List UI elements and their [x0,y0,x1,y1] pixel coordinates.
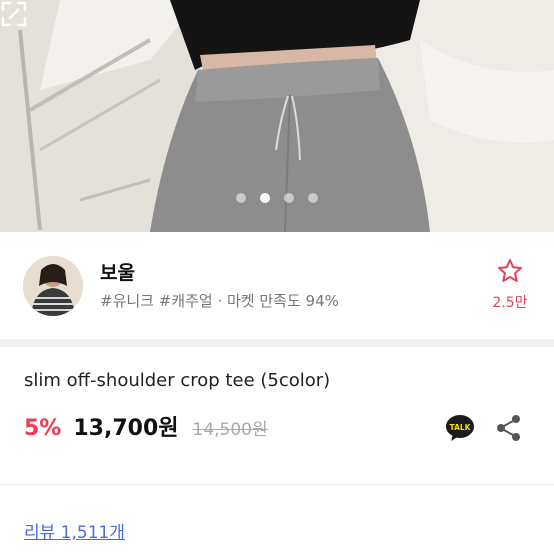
product-title: slim off-shoulder crop tee (5color) [24,370,331,391]
gallery-dot[interactable] [236,193,246,203]
shop-info[interactable]: 보울 #유니크 #캐주얼 · 마켓 만족도 94% 2.5만 [0,232,554,337]
share-icon[interactable] [496,414,522,442]
gallery-dot[interactable] [308,193,318,203]
shop-name[interactable]: 보울 [100,258,135,285]
shop-tags: #유니크 #캐주얼 · 마켓 만족도 94% [100,292,339,310]
favorite-button[interactable]: 2.5만 [488,258,532,312]
gallery-dot-active[interactable] [260,193,270,203]
section-divider [0,484,554,485]
expand-icon[interactable] [0,0,28,28]
reviews-link[interactable]: 리뷰 1,511개 [24,518,125,543]
avatar-image [23,256,83,316]
gallery-pagination [236,193,318,203]
discount-rate: 5% [24,416,62,441]
shop-avatar[interactable] [23,256,83,316]
favorite-count: 2.5만 [492,295,528,311]
original-price: 14,500원 [192,420,268,440]
kakao-talk-icon[interactable]: TALK [444,412,476,444]
sale-price: 13,700원 [73,416,179,441]
star-outline-icon [498,259,522,282]
section-divider [0,339,554,347]
gallery-dot[interactable] [284,193,294,203]
price-row: 5% 13,700원 14,500원 [24,410,268,444]
product-image-gallery[interactable] [0,0,554,232]
talk-label: TALK [450,423,472,432]
